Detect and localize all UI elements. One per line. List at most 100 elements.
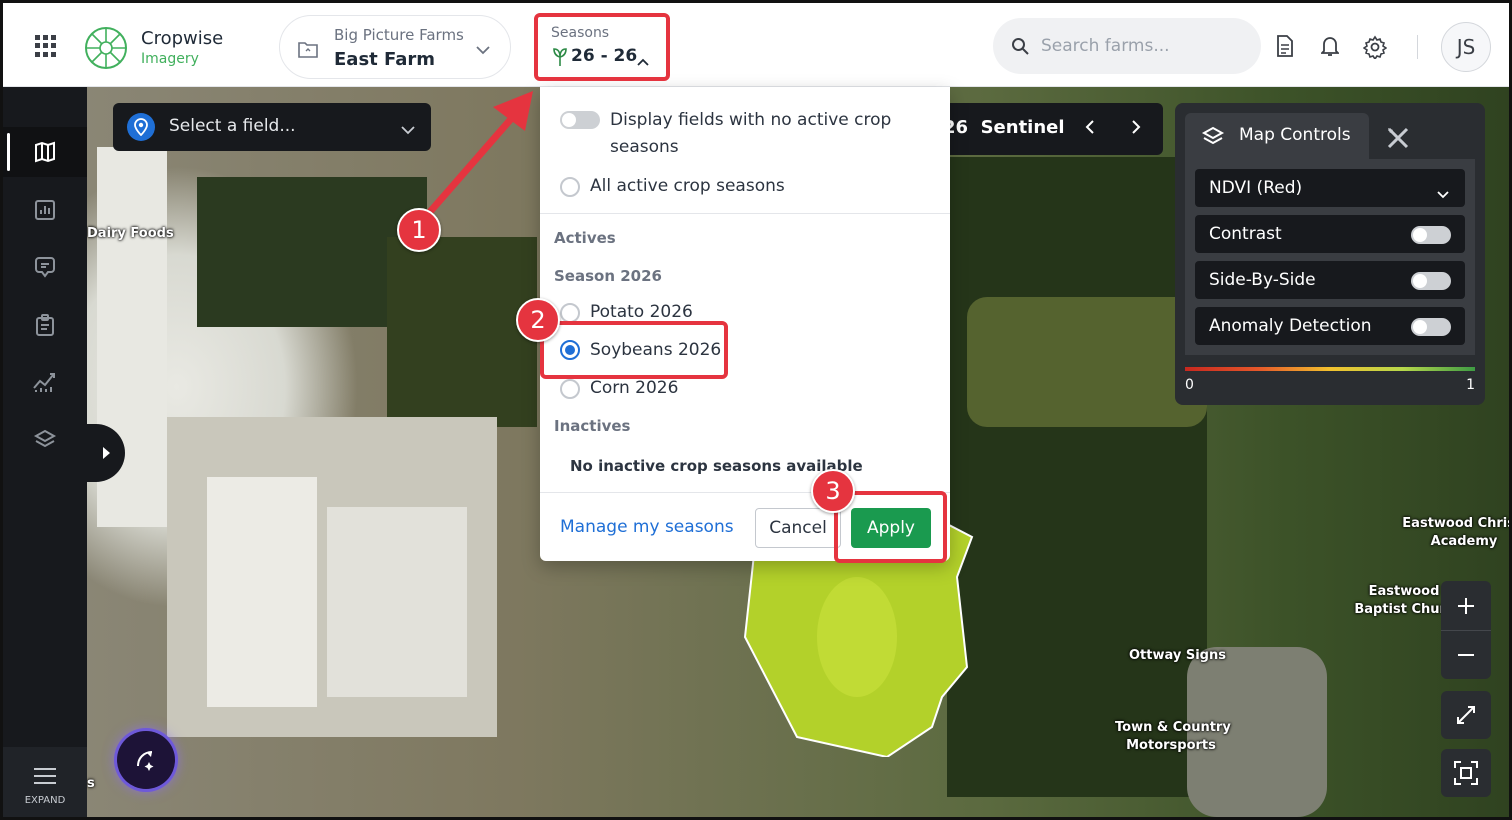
brand-name: Cropwise [141,28,224,49]
anomaly-detection-label: Anomaly Detection [1209,316,1372,336]
location-pin-icon [127,113,155,141]
zoom-controls [1441,581,1491,679]
map-trees [947,157,1207,797]
fit-to-field-button[interactable] [1441,749,1491,797]
ai-assistant-button[interactable] [117,731,175,789]
ndvi-color-scale [1185,367,1475,371]
farm-organization: Big Picture Farms [334,26,464,44]
map-controls-panel: Map Controls NDVI (Red) Contrast Side-By… [1175,103,1485,405]
chevron-left-icon[interactable] [1085,119,1095,139]
layers-icon [1201,125,1225,153]
corn-2026-radio[interactable] [560,379,580,399]
index-select-value: NDVI (Red) [1209,178,1303,198]
chevron-down-icon [401,120,415,139]
map-icon [35,141,55,163]
search-icon [1011,37,1029,59]
contrast-row: Contrast [1195,215,1465,253]
inactive-fields-toggle[interactable] [560,111,600,129]
search-bar [993,18,1261,74]
expand-arrows-icon [1457,706,1475,724]
map-label-academy: Eastwood Christi Academy [1402,516,1509,549]
highlight-seasons [534,13,670,81]
hamburger-icon [34,768,56,784]
scale-max-label: 1 [1466,377,1475,393]
contrast-toggle[interactable] [1411,226,1451,244]
step-badge-1: 1 [397,208,441,252]
index-select[interactable]: NDVI (Red) [1195,169,1465,207]
scale-min-label: 0 [1185,377,1194,393]
minus-icon [1458,654,1474,656]
toolbar-divider [1417,35,1418,59]
manage-seasons-link[interactable]: Manage my seasons [560,517,734,537]
map-controls-body: NDVI (Red) Contrast Side-By-Side Anomaly… [1185,159,1475,355]
map-label-edge: s [87,776,95,791]
plus-icon [1458,597,1474,614]
apps-grid-icon[interactable] [35,35,57,57]
farm-selector[interactable]: Big Picture Farms East Farm [279,15,511,79]
comment-pin-icon [35,257,55,278]
potato-2026-radio[interactable] [560,303,580,323]
top-bar: Cropwise Imagery Big Picture Farms East … [3,3,1509,87]
sparkle-map-icon [137,751,154,771]
sidebar-item-reports[interactable] [3,185,87,235]
clipboard-icon [36,314,54,336]
caret-right-icon [103,447,110,459]
step-badge-3: 3 [811,469,855,513]
search-input[interactable] [1041,34,1241,58]
chevron-down-icon [1437,184,1449,203]
sidebar-item-notes[interactable] [3,242,87,292]
map-bright-building [207,477,317,707]
map-bright-building [327,507,467,697]
tab-map-controls-label: Map Controls [1239,125,1351,145]
potato-2026-label: Potato 2026 [590,302,693,322]
chart-icon [35,200,55,220]
chevron-down-icon [476,40,490,59]
highlight-soybeans [540,321,728,379]
brand-subtitle: Imagery [141,51,199,67]
divider [540,213,950,214]
inactives-header: Inactives [554,417,631,435]
cancel-button[interactable]: Cancel [755,508,841,548]
anomaly-detection-toggle[interactable] [1411,318,1451,336]
map-label-motorsports: Town & Country Motorsports [1115,720,1231,753]
map-field-east [967,297,1207,427]
sidebar-item-map[interactable] [3,127,87,177]
sidebar-item-layers[interactable] [3,415,87,465]
all-active-radio[interactable] [560,177,580,197]
folder-icon [298,40,318,62]
field-select-placeholder: Select a field... [169,116,296,136]
tools-icon[interactable] [1385,125,1411,155]
document-icon[interactable] [1276,35,1294,61]
app-window: Dairy Foods Eastwood Christi Academy Eas… [0,0,1512,820]
avatar[interactable]: JS [1441,22,1491,72]
field-select-dropdown[interactable]: Select a field... [113,103,431,151]
zoom-in-button[interactable] [1441,581,1491,630]
sidebar-expand-label: EXPAND [24,795,66,806]
sidebar-item-analytics[interactable] [3,357,87,407]
contrast-label: Contrast [1209,224,1282,244]
sidebar-item-tasks[interactable] [3,300,87,350]
gear-icon[interactable] [1362,35,1388,63]
layers-icon [33,429,57,448]
inactive-fields-toggle-label: Display fields with no active crop seaso… [610,110,892,157]
sidebar-expand-button[interactable]: EXPAND [3,747,87,817]
map-label-dairy: Dairy Foods [87,226,174,241]
fullscreen-button[interactable] [1441,691,1491,739]
side-by-side-label: Side-By-Side [1209,270,1316,290]
no-inactive-message: No inactive crop seasons available [570,457,863,475]
analytics-icon [33,373,55,392]
image-source-label: 26 Sentinel [943,117,1065,138]
bell-icon[interactable] [1319,35,1341,61]
side-by-side-row: Side-By-Side [1195,261,1465,299]
image-date-selector: 26 Sentinel [933,103,1163,155]
corn-2026-label: Corn 2026 [590,378,679,398]
tab-map-controls[interactable]: Map Controls [1185,113,1369,159]
zoom-out-button[interactable] [1441,630,1491,679]
chevron-right-icon[interactable] [1131,119,1141,139]
map-dark-field [387,237,537,427]
farm-name: East Farm [334,49,436,70]
all-active-label: All active crop seasons [590,176,785,196]
side-by-side-toggle[interactable] [1411,272,1451,290]
left-sidebar: EXPAND [3,87,87,817]
season-group-header: Season 2026 [554,267,662,285]
